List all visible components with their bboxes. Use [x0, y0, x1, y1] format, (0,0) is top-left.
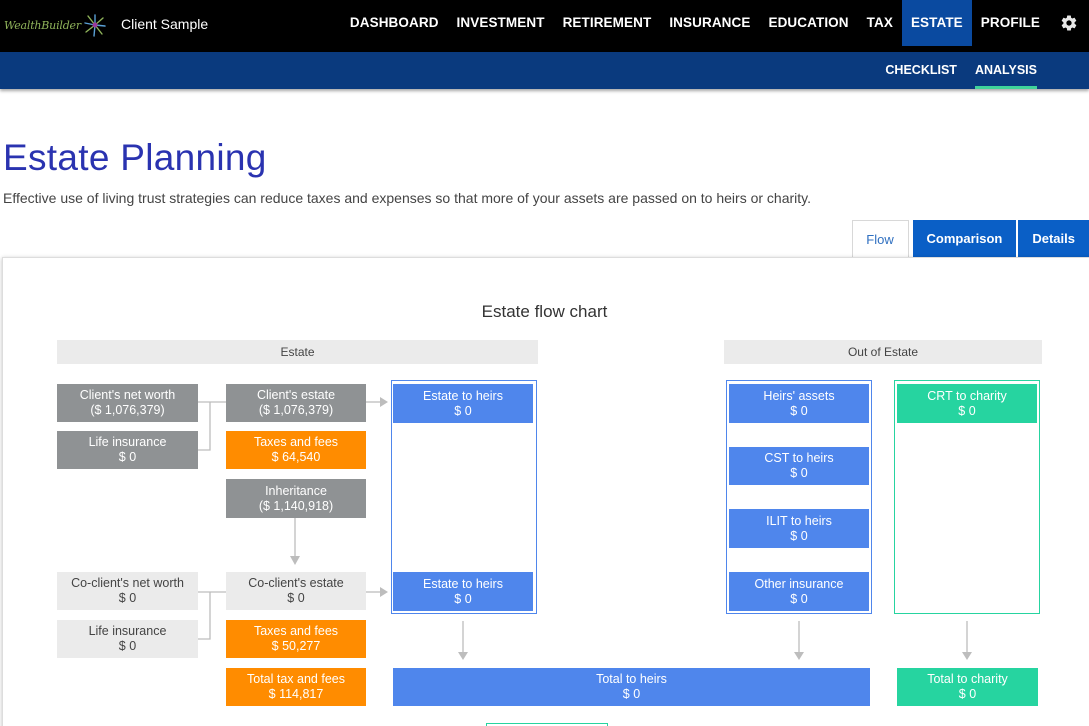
- coclient-estate-value: $ 0: [287, 591, 305, 605]
- client-estate-box[interactable]: Client's estate ($ 1,076,379): [226, 384, 366, 422]
- coclient-life-insurance-value: $ 0: [118, 639, 137, 653]
- out-of-estate-section-header: Out of Estate: [724, 340, 1042, 364]
- client-life-insurance-label: Life insurance: [88, 435, 167, 449]
- coclient-estate-box[interactable]: Co-client's estate $ 0: [226, 572, 366, 610]
- nav-investment[interactable]: INVESTMENT: [448, 0, 554, 46]
- inheritance-box[interactable]: Inheritance ($ 1,140,918): [226, 479, 366, 518]
- ilit-to-heirs-box[interactable]: ILIT to heirs $ 0: [729, 509, 869, 548]
- heirs-assets-box[interactable]: Heirs' assets $ 0: [729, 384, 869, 423]
- settings-button[interactable]: [1049, 0, 1089, 46]
- total-to-heirs-label: Total to heirs: [596, 672, 667, 686]
- estate-to-heirs-2-label: Estate to heirs: [423, 576, 503, 591]
- total-tax-fees-label: Total tax and fees: [247, 672, 345, 686]
- ilit-to-heirs-label: ILIT to heirs: [766, 513, 832, 528]
- client-net-worth-box[interactable]: Client's net worth ($ 1,076,379): [57, 384, 198, 422]
- client-name[interactable]: Client Sample: [121, 16, 208, 32]
- logo-text: WealthBuilder: [4, 18, 81, 32]
- top-navigation-bar: WealthBuilder Client Sample DASHBOARD IN…: [0, 0, 1089, 52]
- nav-retirement[interactable]: RETIREMENT: [554, 0, 661, 46]
- heirs-assets-label: Heirs' assets: [763, 388, 835, 403]
- tab-details[interactable]: Details: [1018, 220, 1089, 258]
- total-to-charity-box[interactable]: Total to charity $ 0: [897, 668, 1038, 706]
- coclient-taxes-fees-box[interactable]: Taxes and fees $ 50,277: [226, 620, 366, 658]
- logo-mark-icon: [84, 14, 106, 37]
- total-to-charity-label: Total to charity: [927, 672, 1008, 686]
- total-to-charity-value: $ 0: [958, 687, 977, 701]
- other-insurance-label: Other insurance: [754, 576, 844, 591]
- client-life-insurance-box[interactable]: Life insurance $ 0: [57, 431, 198, 469]
- total-to-heirs-box[interactable]: Total to heirs $ 0: [393, 668, 870, 706]
- client-net-worth-value: ($ 1,076,379): [90, 403, 165, 417]
- client-life-insurance-value: $ 0: [118, 450, 137, 464]
- total-to-heirs-value: $ 0: [622, 687, 641, 701]
- nav-profile[interactable]: PROFILE: [972, 0, 1049, 46]
- page-title: Estate Planning: [3, 137, 267, 178]
- coclient-net-worth-label: Co-client's net worth: [71, 576, 184, 590]
- gear-icon: [1061, 15, 1077, 31]
- sub-navigation-bar: CHECKLIST ANALYSIS: [0, 52, 1089, 89]
- client-estate-value: ($ 1,076,379): [258, 403, 334, 417]
- page-description: Effective use of living trust strategies…: [3, 190, 812, 206]
- estate-to-heirs-2-value: $ 0: [454, 591, 472, 606]
- crt-to-charity-label: CRT to charity: [927, 388, 1007, 403]
- estate-to-heirs-box-2[interactable]: Estate to heirs $ 0: [393, 572, 533, 611]
- coclient-net-worth-box[interactable]: Co-client's net worth $ 0: [57, 572, 198, 610]
- crt-to-charity-value: $ 0: [958, 403, 976, 418]
- tab-flow[interactable]: Flow: [851, 220, 909, 258]
- cst-to-heirs-box[interactable]: CST to heirs $ 0: [729, 447, 869, 485]
- estate-section-header: Estate: [57, 340, 538, 364]
- client-taxes-fees-box[interactable]: Taxes and fees $ 64,540: [226, 431, 366, 469]
- main-nav: DASHBOARD INVESTMENT RETIREMENT INSURANC…: [341, 0, 1089, 52]
- crt-to-charity-box[interactable]: CRT to charity $ 0: [897, 384, 1037, 423]
- total-tax-fees-box[interactable]: Total tax and fees $ 114,817: [226, 668, 366, 706]
- nav-dashboard[interactable]: DASHBOARD: [341, 0, 448, 46]
- coclient-taxes-fees-value: $ 50,277: [271, 639, 321, 653]
- ilit-to-heirs-value: $ 0: [790, 528, 808, 543]
- cst-to-heirs-label: CST to heirs: [764, 451, 834, 465]
- client-net-worth-label: Client's net worth: [79, 388, 176, 402]
- client-taxes-fees-label: Taxes and fees: [253, 435, 339, 449]
- client-taxes-fees-value: $ 64,540: [271, 450, 321, 464]
- client-estate-label: Client's estate: [256, 388, 336, 402]
- app-logo[interactable]: WealthBuilder: [4, 10, 108, 40]
- other-insurance-value: $ 0: [790, 591, 808, 606]
- inheritance-label: Inheritance: [265, 483, 327, 498]
- chart-title: Estate flow chart: [481, 302, 608, 321]
- total-tax-fees-value: $ 114,817: [268, 687, 324, 701]
- nav-education[interactable]: EDUCATION: [759, 0, 857, 46]
- coclient-estate-label: Co-client's estate: [248, 576, 344, 590]
- coclient-taxes-fees-label: Taxes and fees: [253, 624, 339, 638]
- tab-comparison[interactable]: Comparison: [912, 220, 1017, 258]
- subnav-analysis[interactable]: ANALYSIS: [974, 52, 1037, 89]
- cst-to-heirs-value: $ 0: [790, 466, 808, 480]
- nav-tax[interactable]: TAX: [858, 0, 902, 46]
- estate-to-heirs-1-value: $ 0: [454, 403, 472, 418]
- estate-to-heirs-box-1[interactable]: Estate to heirs $ 0: [393, 384, 533, 423]
- inheritance-value: ($ 1,140,918): [258, 498, 334, 513]
- subnav-checklist[interactable]: CHECKLIST: [885, 52, 957, 89]
- nav-estate[interactable]: ESTATE: [901, 0, 972, 46]
- other-insurance-box[interactable]: Other insurance $ 0: [729, 572, 869, 611]
- heirs-assets-value: $ 0: [790, 403, 808, 418]
- sub-nav: CHECKLIST ANALYSIS: [867, 52, 1037, 89]
- coclient-net-worth-value: $ 0: [118, 591, 137, 605]
- coclient-life-insurance-box[interactable]: Life insurance $ 0: [57, 620, 198, 658]
- view-tabs: Flow Comparison Details: [851, 220, 1089, 258]
- nav-insurance[interactable]: INSURANCE: [660, 0, 759, 46]
- coclient-life-insurance-label: Life insurance: [88, 624, 167, 638]
- estate-to-heirs-1-label: Estate to heirs: [423, 388, 503, 403]
